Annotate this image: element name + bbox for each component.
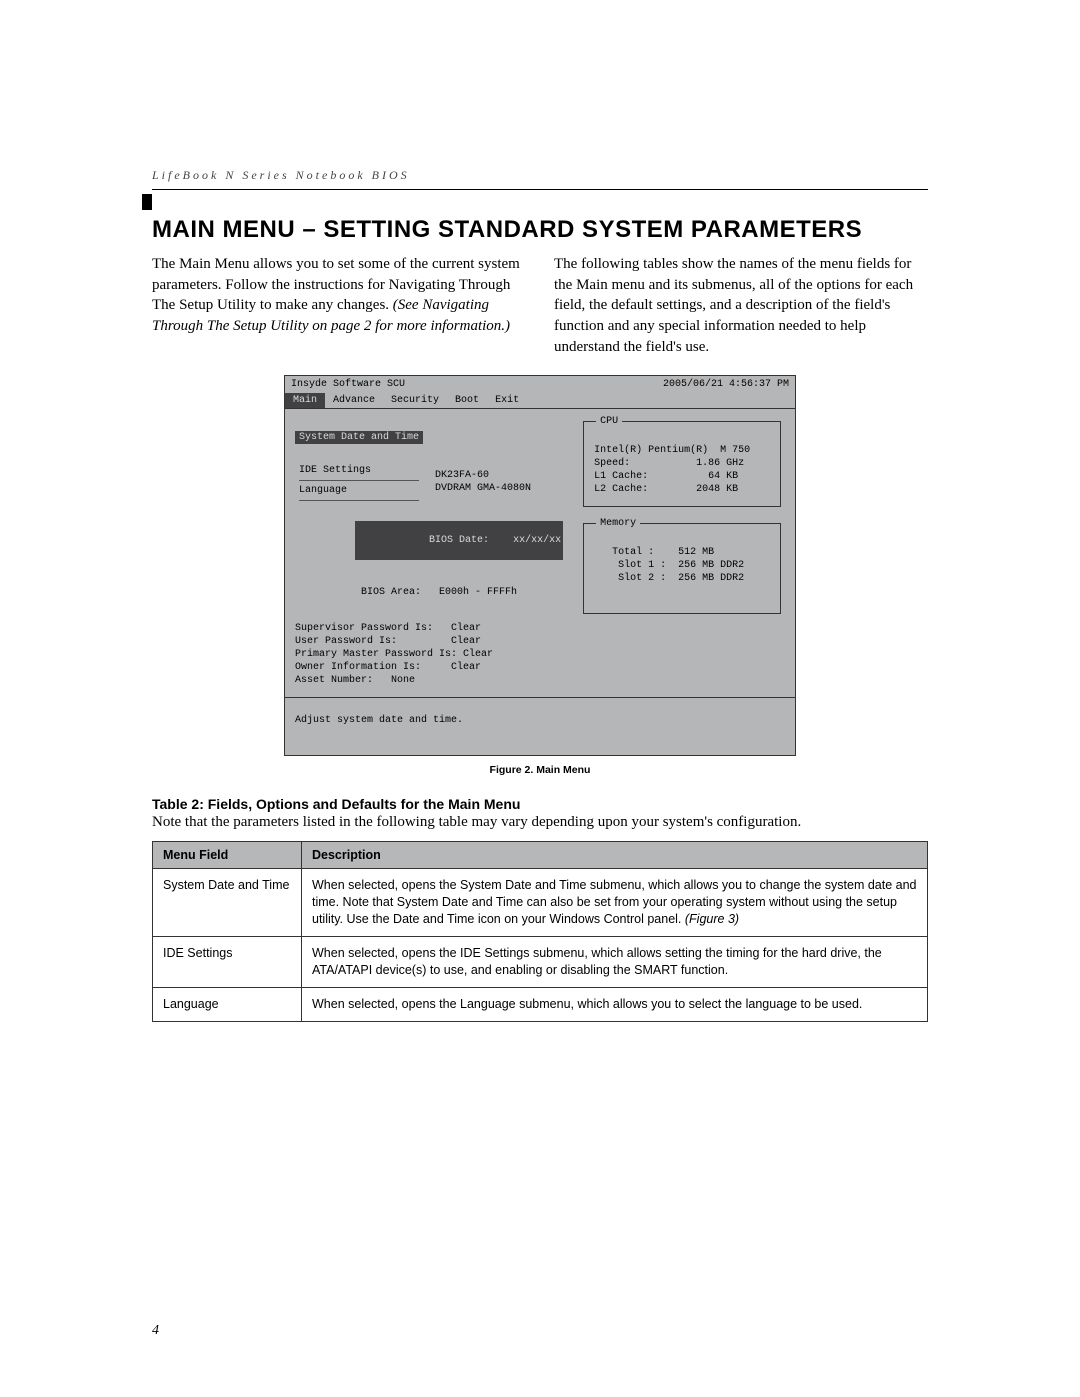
intro-right: The following tables show the names of t… <box>554 254 928 357</box>
bios-pw-2: Primary Master Password Is: Clear <box>295 648 563 661</box>
table-row: IDE Settings When selected, opens the ID… <box>153 937 928 988</box>
bios-cpu-legend: CPU <box>596 415 622 428</box>
running-head: LifeBook N Series Notebook BIOS <box>152 168 928 183</box>
intro-left: The Main Menu allows you to set some of … <box>152 254 526 357</box>
table-note: Note that the parameters listed in the f… <box>152 814 928 831</box>
bios-date-row: BIOS Date: xx/xx/xx <box>295 508 563 573</box>
bios-tab-security[interactable]: Security <box>383 393 447 408</box>
bios-pw-5: Asset Number: None <box>295 674 563 687</box>
bios-memory-legend: Memory <box>596 517 640 530</box>
bios-tab-bar: Main Advance Security Boot Exit <box>284 393 796 408</box>
bios-help-bar: Adjust system date and time. <box>284 698 796 756</box>
bios-tab-advance[interactable]: Advance <box>325 393 383 408</box>
bios-cpu-box: CPU Intel(R) Pentium(R) M 750 Speed: 1.8… <box>583 421 781 507</box>
bios-ide-values: DK23FA-60 DVDRAM GMA-4080N <box>435 469 531 495</box>
table-header-field: Menu Field <box>153 842 302 869</box>
table-caption: Table 2: Fields, Options and Defaults fo… <box>152 796 928 812</box>
bios-screenshot: Insyde Software SCU 2005/06/21 4:56:37 P… <box>284 375 796 756</box>
table-header-desc: Description <box>302 842 928 869</box>
table-desc-1: When selected, opens the IDE Settings su… <box>302 937 928 988</box>
bios-right-pane: CPU Intel(R) Pentium(R) M 750 Speed: 1.8… <box>573 409 795 697</box>
bios-tab-exit[interactable]: Exit <box>487 393 527 408</box>
bios-pw-4: Owner Information Is: Clear <box>295 661 563 674</box>
figure-caption: Figure 2. Main Menu <box>152 764 928 776</box>
table-field-0: System Date and Time <box>153 869 302 937</box>
bios-left-pane: System Date and Time IDE Settings Langua… <box>285 409 573 697</box>
bios-tab-boot[interactable]: Boot <box>447 393 487 408</box>
fields-table: Menu Field Description System Date and T… <box>152 841 928 1021</box>
bios-datetime: 2005/06/21 4:56:37 PM <box>663 378 789 391</box>
bios-pw-1: User Password Is: Clear <box>295 635 563 648</box>
bios-tab-main[interactable]: Main <box>285 393 325 408</box>
bios-menu-selected[interactable]: System Date and Time <box>295 431 423 444</box>
section-tab-icon <box>142 194 152 210</box>
table-field-2: Language <box>153 987 302 1021</box>
bios-pw-0: Supervisor Password Is: Clear <box>295 622 563 635</box>
page-number: 4 <box>152 1323 159 1339</box>
table-row: Language When selected, opens the Langua… <box>153 987 928 1021</box>
bios-title: Insyde Software SCU <box>291 378 405 391</box>
page-title: MAIN MENU – SETTING STANDARD SYSTEM PARA… <box>152 216 928 244</box>
bios-area-row: BIOS Area: E000h - FFFFh <box>295 573 563 612</box>
bios-memory-box: Memory Total : 512 MB Slot 1 : 256 MB DD… <box>583 523 781 614</box>
table-row: System Date and Time When selected, open… <box>153 869 928 937</box>
table-desc-0: When selected, opens the System Date and… <box>302 869 928 937</box>
table-desc-2: When selected, opens the Language submen… <box>302 987 928 1021</box>
table-field-1: IDE Settings <box>153 937 302 988</box>
header-rule <box>152 189 928 190</box>
